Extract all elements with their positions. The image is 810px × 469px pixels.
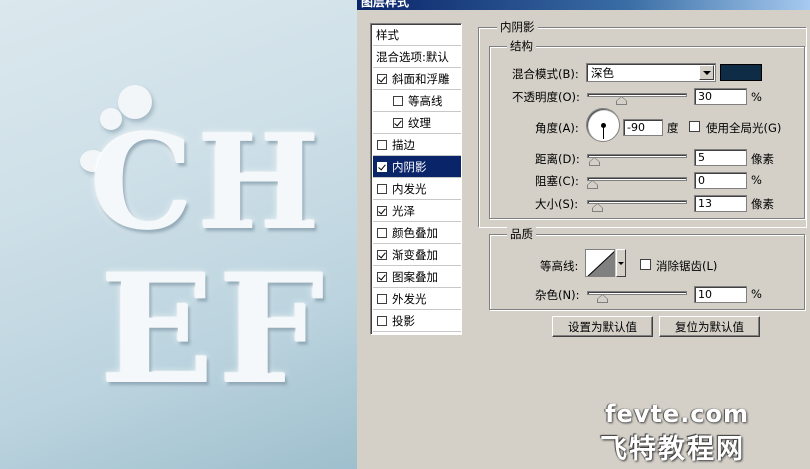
global-light-label: 使用全局光(G)	[706, 121, 782, 135]
size-label: 大小(S):	[535, 197, 579, 211]
noise-slider-track[interactable]	[587, 291, 687, 295]
canvas-preview: CH EF	[0, 0, 357, 469]
blend-options-item[interactable]: 混合选项:默认	[373, 46, 461, 68]
style-item[interactable]: 外发光	[373, 288, 461, 310]
blend-options-label: 混合选项:默认	[376, 49, 449, 64]
style-item[interactable]: 光泽	[373, 200, 461, 222]
preview-text-line1: CH	[90, 106, 325, 259]
blend-mode-label: 混合模式(B):	[512, 67, 579, 81]
style-item-checkbox[interactable]	[377, 293, 387, 304]
choke-slider-track[interactable]	[587, 177, 687, 181]
contour-picker[interactable]	[585, 249, 615, 277]
antialias-checkbox[interactable]	[640, 259, 651, 270]
style-item[interactable]: 渐变叠加	[373, 244, 461, 266]
style-item-label: 纹理	[408, 115, 431, 130]
style-item-label: 等高线	[408, 93, 443, 108]
style-item-checkbox[interactable]	[377, 227, 387, 238]
contour-label: 等高线:	[540, 259, 579, 273]
style-item[interactable]: 描边	[373, 134, 461, 156]
reset-default-button[interactable]: 复位为默认值	[659, 316, 760, 337]
size-slider-track[interactable]	[587, 200, 687, 204]
style-item[interactable]: 斜面和浮雕	[373, 68, 461, 90]
opacity-slider-track[interactable]	[587, 93, 687, 97]
opacity-unit: %	[751, 90, 762, 104]
style-item[interactable]: 纹理	[373, 112, 461, 134]
blend-mode-select[interactable]: 深色	[586, 63, 716, 82]
angle-input[interactable]: -90	[623, 119, 663, 136]
styles-header-label: 样式	[376, 27, 399, 42]
preview-text-line2: EF	[100, 242, 329, 418]
style-item-label: 光泽	[392, 203, 415, 218]
shadow-color-swatch[interactable]	[720, 64, 762, 81]
style-item-checkbox[interactable]	[377, 249, 387, 260]
style-item-checkbox[interactable]	[393, 95, 403, 106]
style-item-checkbox[interactable]	[377, 161, 387, 172]
choke-unit: %	[751, 173, 762, 187]
make-default-button[interactable]: 设置为默认值	[552, 316, 653, 337]
style-item[interactable]: 内发光	[373, 178, 461, 200]
chevron-down-icon[interactable]	[699, 65, 714, 80]
noise-label: 杂色(N):	[535, 288, 580, 302]
noise-unit: %	[751, 287, 762, 301]
structure-title: 结构	[507, 38, 536, 54]
style-item[interactable]: 投影	[373, 310, 461, 332]
style-item-label: 图案叠加	[392, 269, 438, 284]
style-item-label: 描边	[392, 137, 415, 152]
blend-mode-value: 深色	[591, 66, 614, 80]
style-item-label: 投影	[392, 313, 415, 328]
layer-style-dialog: 图层样式 样式 混合选项:默认 斜面和浮雕 等高线 纹理 描边 内阴影 内发光 光泽 颜色叠加…	[357, 0, 810, 469]
linear-contour-icon	[586, 250, 614, 276]
style-item-checkbox[interactable]	[393, 117, 403, 128]
style-item[interactable]: 等高线	[373, 90, 461, 112]
distance-unit: 像素	[751, 152, 774, 166]
style-item-checkbox[interactable]	[377, 139, 387, 150]
size-unit: 像素	[751, 197, 774, 211]
distance-label: 距离(D):	[535, 152, 580, 166]
choke-label: 阻塞(C):	[535, 174, 579, 188]
angle-dial-center	[601, 123, 606, 128]
opacity-label: 不透明度(O):	[512, 90, 580, 104]
opacity-input[interactable]: 30	[694, 88, 747, 105]
noise-input[interactable]: 10	[694, 286, 747, 303]
style-item-label: 内发光	[392, 181, 427, 196]
style-item[interactable]: 颜色叠加	[373, 222, 461, 244]
reset-default-label: 复位为默认值	[675, 319, 744, 334]
angle-dial[interactable]	[586, 108, 620, 142]
style-item-checkbox[interactable]	[377, 271, 387, 282]
quality-title: 品质	[507, 226, 536, 242]
distance-slider-track[interactable]	[587, 154, 687, 158]
styles-header[interactable]: 样式	[373, 24, 461, 46]
antialias-label: 消除锯齿(L)	[656, 259, 718, 273]
style-item-checkbox[interactable]	[377, 315, 387, 326]
angle-unit: 度	[667, 121, 679, 135]
style-item[interactable]: 图案叠加	[373, 266, 461, 288]
contour-dropdown-icon[interactable]	[616, 249, 626, 277]
style-item[interactable]: 内阴影	[373, 156, 461, 178]
watermark-site-name: 飞特教程网	[600, 434, 745, 465]
style-item-label: 颜色叠加	[392, 225, 438, 240]
style-item-label: 内阴影	[392, 159, 427, 174]
distance-input[interactable]: 5	[694, 149, 747, 166]
dialog-titlebar: 图层样式	[357, 0, 810, 10]
styles-list: 样式 混合选项:默认 斜面和浮雕等高线纹理描边内阴影内发光光泽颜色叠加渐变叠加图…	[370, 23, 462, 335]
size-input[interactable]: 13	[694, 195, 747, 212]
angle-label: 角度(A):	[535, 121, 579, 135]
choke-input[interactable]: 0	[694, 172, 747, 189]
watermark-url: fevte.com	[605, 400, 749, 428]
style-item-checkbox[interactable]	[377, 73, 387, 84]
make-default-label: 设置为默认值	[568, 319, 637, 334]
style-item-label: 渐变叠加	[392, 247, 438, 262]
global-light-checkbox[interactable]	[689, 121, 700, 132]
style-item-checkbox[interactable]	[377, 205, 387, 216]
style-item-checkbox[interactable]	[377, 183, 387, 194]
inner-shadow-title: 内阴影	[497, 19, 538, 35]
style-item-label: 斜面和浮雕	[392, 71, 450, 86]
style-item-label: 外发光	[392, 291, 427, 306]
dialog-title: 图层样式	[361, 0, 410, 9]
